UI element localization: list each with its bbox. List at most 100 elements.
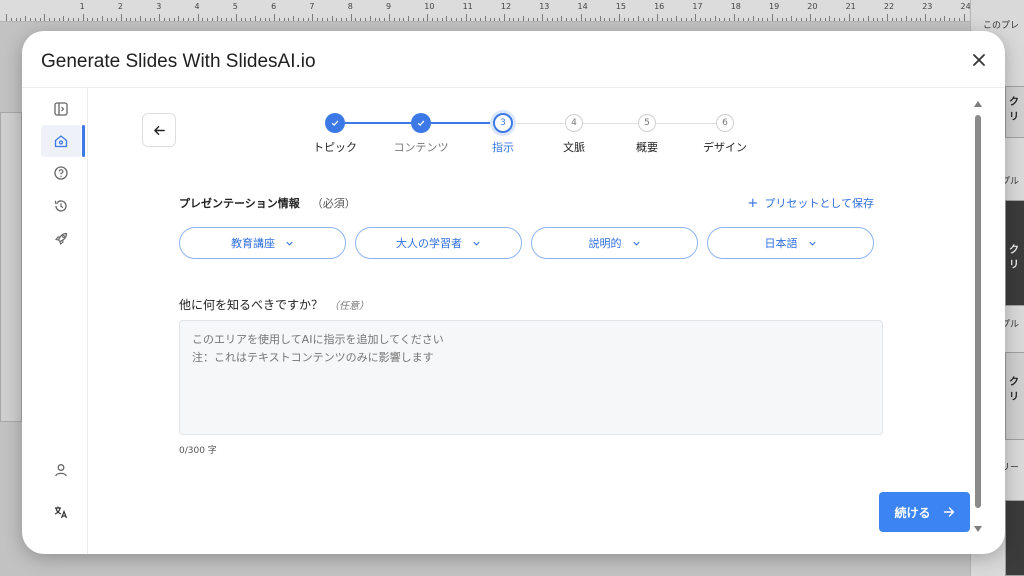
check-icon xyxy=(417,120,425,126)
rail-history[interactable] xyxy=(41,190,81,222)
ruler-tick xyxy=(10,18,12,21)
scroll-thumb[interactable] xyxy=(975,115,981,508)
ruler-tick xyxy=(681,18,683,21)
ruler-tick xyxy=(379,18,381,21)
ruler-tick xyxy=(839,18,841,21)
ruler-tick xyxy=(216,16,218,21)
ruler-tick xyxy=(728,18,730,21)
audience-select[interactable]: 大人の学習者 xyxy=(355,227,522,259)
ruler-tick xyxy=(508,18,510,21)
ruler-tick xyxy=(815,18,817,21)
ruler-tick xyxy=(49,18,51,21)
instructions-label: 他に何を知るべきですか？ （任意） xyxy=(179,296,369,313)
translate-icon xyxy=(54,506,68,519)
continue-button[interactable]: 続ける xyxy=(879,492,970,532)
ruler-number: 12 xyxy=(500,2,512,11)
ruler-tick xyxy=(566,18,568,21)
ruler-tick xyxy=(302,18,304,21)
step-3-label: 指示 xyxy=(492,141,514,154)
scrollbar[interactable] xyxy=(973,101,983,541)
ruler-tick xyxy=(408,16,410,21)
ruler-tick xyxy=(752,16,754,21)
ruler-tick xyxy=(671,18,673,21)
ruler-tick xyxy=(848,14,850,21)
save-preset-button[interactable]: + プリセットとして保存 xyxy=(747,195,874,211)
ruler-tick xyxy=(599,16,601,21)
language-select[interactable]: 日本語 xyxy=(707,227,874,259)
ruler-tick xyxy=(389,14,390,21)
ruler-tick xyxy=(101,16,103,21)
panel-toggle-icon xyxy=(54,102,68,116)
ruler-tick xyxy=(661,18,663,21)
ruler-tick xyxy=(489,18,491,21)
ruler-number: 8 xyxy=(347,2,353,11)
instructions-textarea[interactable] xyxy=(179,320,883,435)
instructions-question: 他に何を知るべきですか？ xyxy=(179,298,324,312)
right-thumb-4 xyxy=(1005,500,1024,576)
ruler-tick xyxy=(6,14,7,21)
step-6-circle: 6 xyxy=(716,114,734,132)
side-rail xyxy=(22,88,88,554)
ruler-tick xyxy=(34,18,36,21)
ruler-tick xyxy=(441,18,443,21)
ruler-tick xyxy=(666,18,668,21)
ruler-tick xyxy=(537,18,539,21)
ruler-tick xyxy=(269,18,271,21)
ruler-tick xyxy=(700,18,702,21)
scroll-up-arrow[interactable] xyxy=(974,101,982,107)
ruler-tick xyxy=(834,18,836,21)
ruler-tick xyxy=(226,18,228,21)
ruler-tick xyxy=(283,18,285,21)
rail-help[interactable] xyxy=(41,157,81,189)
ruler-tick xyxy=(173,18,175,21)
ruler-tick xyxy=(168,18,170,21)
generate-slides-dialog: Generate Slides With SlidesAI.io 3 4 5 6… xyxy=(22,31,1005,554)
rail-panel-toggle[interactable] xyxy=(41,93,81,125)
back-button[interactable] xyxy=(142,113,176,147)
ruler-tick xyxy=(250,18,252,21)
category-select[interactable]: 教育講座 xyxy=(179,227,346,259)
history-icon xyxy=(54,200,67,212)
ruler-tick xyxy=(25,16,27,21)
scroll-down-arrow[interactable] xyxy=(974,526,982,532)
ruler-tick xyxy=(853,18,855,21)
ruler-tick xyxy=(192,18,194,21)
ruler-tick xyxy=(590,18,592,21)
ruler-number: 13 xyxy=(539,2,550,11)
ruler-tick xyxy=(800,18,802,21)
ruler-tick xyxy=(355,18,357,21)
step-3-circle: 3 xyxy=(493,113,513,133)
ruler-tick xyxy=(470,18,472,21)
ruler-tick xyxy=(733,14,735,21)
ruler-tick xyxy=(384,18,386,21)
ruler-number: 7 xyxy=(309,2,315,11)
ruler-number: 14 xyxy=(577,2,588,11)
ruler-tick xyxy=(862,18,864,21)
ruler-tick xyxy=(58,18,60,21)
ruler-tick xyxy=(518,18,520,21)
ruler-tick xyxy=(68,18,70,21)
ruler-tick xyxy=(618,14,620,21)
ruler-tick xyxy=(867,16,869,21)
step-1-label: トピック xyxy=(313,141,357,154)
tone-select[interactable]: 説明的 xyxy=(531,227,698,259)
ruler-tick xyxy=(858,18,860,21)
rail-launch[interactable] xyxy=(41,223,81,255)
arrow-right-icon xyxy=(943,507,954,517)
ruler-tick xyxy=(556,18,558,21)
close-button[interactable] xyxy=(971,52,987,68)
ruler-tick xyxy=(207,18,209,21)
ruler-tick xyxy=(460,18,462,21)
ruler-tick xyxy=(288,18,290,21)
rail-language[interactable] xyxy=(41,496,81,528)
dialog-title: Generate Slides With SlidesAI.io xyxy=(41,51,316,72)
ruler-tick xyxy=(326,18,328,21)
rail-home[interactable] xyxy=(41,125,81,157)
rail-account[interactable] xyxy=(41,454,81,486)
ruler-tick xyxy=(724,18,726,21)
ruler-tick xyxy=(278,18,280,21)
dialog-header: Generate Slides With SlidesAI.io xyxy=(22,31,1005,88)
ruler-tick xyxy=(163,18,165,21)
ruler-tick xyxy=(546,18,548,21)
ruler-tick xyxy=(154,18,156,21)
